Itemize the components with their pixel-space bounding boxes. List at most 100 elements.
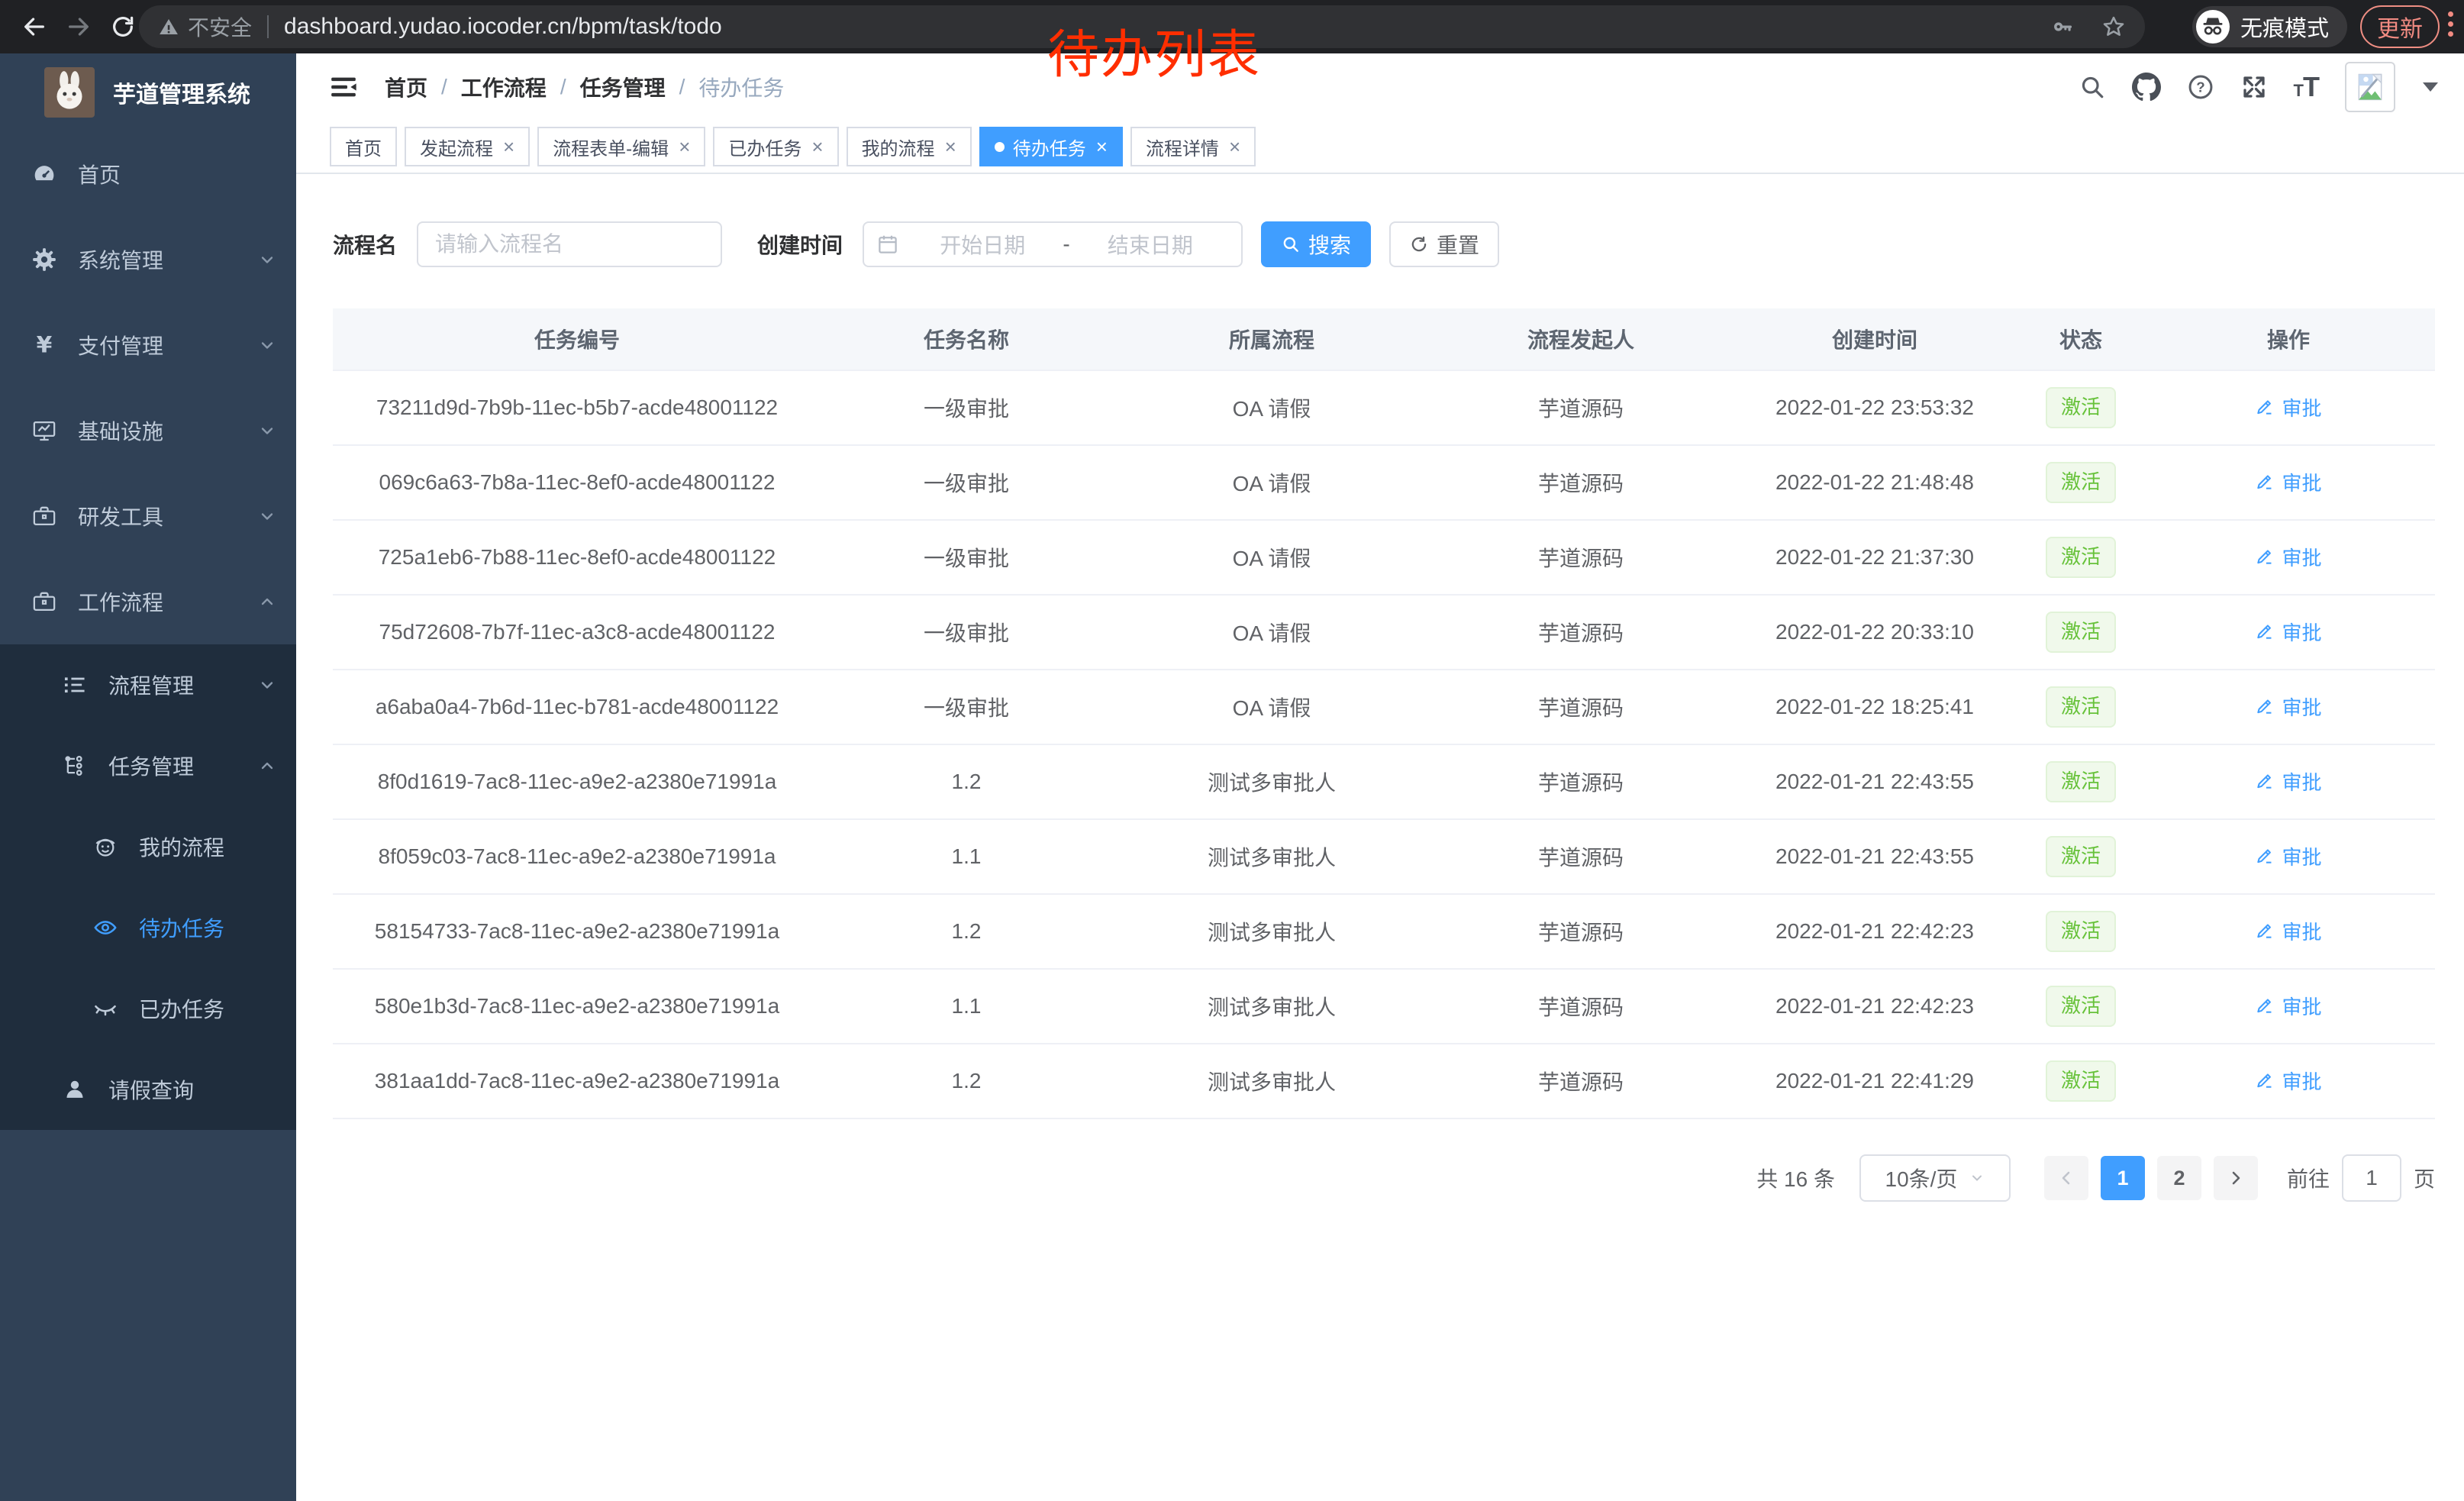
breadcrumb-item[interactable]: 工作流程 — [461, 72, 547, 102]
approve-link[interactable]: 审批 — [2255, 393, 2321, 421]
cell-process: 测试多审批人 — [1111, 1066, 1432, 1096]
security-warning-icon[interactable] — [157, 15, 180, 38]
sidebar-item-label: 流程管理 — [108, 670, 194, 700]
close-icon[interactable]: × — [503, 137, 514, 157]
cell-status: 激活 — [2020, 537, 2142, 577]
close-icon[interactable]: × — [945, 137, 956, 157]
app-logo[interactable]: 芋道管理系统 — [0, 53, 296, 131]
tab-1[interactable]: 发起流程 × — [405, 127, 530, 166]
sidebar-item-label: 已办任务 — [139, 993, 224, 1024]
cell-status: 激活 — [2020, 761, 2142, 802]
sidebar-item-workflow[interactable]: 工作流程 — [0, 559, 296, 644]
close-icon[interactable]: × — [811, 137, 823, 157]
key-icon[interactable] — [2050, 15, 2075, 39]
breadcrumb-item[interactable]: 待办任务 — [698, 72, 784, 102]
date-range-separator: - — [1061, 232, 1071, 257]
browser-reload-icon[interactable] — [110, 14, 136, 40]
process-name-input[interactable] — [417, 221, 722, 267]
breadcrumb: 首页/工作流程/任务管理/待办任务 — [385, 72, 784, 102]
approve-link[interactable]: 审批 — [2255, 543, 2321, 571]
sidebar-item-dev-tools[interactable]: 研发工具 — [0, 473, 296, 559]
table-row: 73211d9d-7b9b-11ec-b5b7-acde48001122一级审批… — [333, 371, 2435, 446]
approve-link[interactable]: 审批 — [2255, 767, 2321, 796]
browser-menu-icon[interactable] — [2447, 11, 2453, 41]
search-icon[interactable] — [2079, 73, 2106, 101]
approve-link[interactable]: 审批 — [2255, 1067, 2321, 1095]
tab-6[interactable]: 流程详情× — [1130, 127, 1256, 166]
github-icon[interactable] — [2132, 73, 2161, 102]
search-button[interactable]: 搜索 — [1261, 221, 1371, 267]
page-button-2[interactable]: 2 — [2157, 1156, 2201, 1200]
sidebar-item-task-mgmt[interactable]: 任务管理 — [0, 725, 296, 806]
page-size-select[interactable]: 10条/页 — [1859, 1154, 2011, 1202]
start-date-placeholder[interactable]: 开始日期 — [904, 229, 1061, 260]
sidebar-item-process-mgmt[interactable]: 流程管理 — [0, 644, 296, 725]
chevron-down-icon — [258, 421, 276, 440]
sidebar-item-todo-task[interactable]: 待办任务 — [0, 887, 296, 968]
bookmark-star-icon[interactable] — [2101, 14, 2127, 40]
date-range-picker[interactable]: 开始日期 - 结束日期 — [863, 221, 1243, 267]
breadcrumb-item[interactable]: 任务管理 — [580, 72, 666, 102]
sidebar-item-my-process[interactable]: 我的流程 — [0, 806, 296, 887]
browser-update-button[interactable]: 更新 — [2360, 5, 2440, 48]
breadcrumb-item[interactable]: 首页 — [385, 72, 427, 102]
browser-back-icon[interactable] — [21, 14, 47, 40]
cell-actions: 审批 — [2142, 468, 2435, 498]
close-icon[interactable]: × — [1096, 137, 1108, 157]
chevron-up-icon — [258, 592, 276, 611]
font-size-icon[interactable]: TT — [2294, 71, 2319, 103]
sidebar-item-system[interactable]: 系统管理 — [0, 217, 296, 302]
avatar[interactable] — [2345, 62, 2395, 112]
sidebar-item-label: 研发工具 — [78, 501, 163, 531]
approve-link[interactable]: 审批 — [2255, 917, 2321, 945]
status-badge: 激活 — [2046, 537, 2116, 577]
tab-2[interactable]: 流程表单-编辑× — [537, 127, 705, 166]
goto-page-input[interactable] — [2342, 1154, 2401, 1202]
close-icon[interactable]: × — [679, 137, 690, 157]
cell-starter: 芋道源码 — [1432, 392, 1730, 423]
help-icon[interactable]: ? — [2187, 73, 2214, 101]
close-icon[interactable]: × — [1229, 137, 1240, 157]
browser-forward-icon[interactable] — [66, 14, 92, 40]
end-date-placeholder[interactable]: 结束日期 — [1072, 229, 1229, 260]
prev-page-button[interactable] — [2044, 1156, 2088, 1200]
approve-link[interactable]: 审批 — [2255, 468, 2321, 496]
sidebar-item-label: 请假查询 — [108, 1074, 194, 1105]
fullscreen-icon[interactable] — [2240, 73, 2268, 101]
cell-actions: 审批 — [2142, 692, 2435, 722]
table-row: 8f059c03-7ac8-11ec-a9e2-a2380e71991a1.1测… — [333, 820, 2435, 895]
sidebar-item-leave-query[interactable]: 请假查询 — [0, 1049, 296, 1130]
tab-4[interactable]: 我的流程× — [847, 127, 972, 166]
address-divider — [267, 15, 269, 38]
approve-link-label: 审批 — [2282, 618, 2321, 646]
sidebar-item-home[interactable]: 首页 — [0, 131, 296, 217]
cell-task-name: 1.1 — [821, 844, 1111, 869]
column-header: 任务名称 — [821, 324, 1111, 354]
tab-0[interactable]: 首页 — [330, 127, 397, 166]
sidebar-item-infra[interactable]: 基础设施 — [0, 388, 296, 473]
next-page-button[interactable] — [2214, 1156, 2258, 1200]
approve-link[interactable]: 审批 — [2255, 992, 2321, 1020]
sidebar-item-done-task[interactable]: 已办任务 — [0, 968, 296, 1049]
hamburger-icon[interactable] — [328, 72, 359, 102]
approve-link[interactable]: 审批 — [2255, 618, 2321, 646]
tab-3[interactable]: 已办任务× — [713, 127, 838, 166]
pen-icon — [2255, 696, 2275, 716]
cell-starter: 芋道源码 — [1432, 991, 1730, 1022]
tab-label: 发起流程 — [420, 134, 493, 160]
status-badge: 激活 — [2046, 387, 2116, 428]
reset-button[interactable]: 重置 — [1389, 221, 1499, 267]
page-button-1[interactable]: 1 — [2101, 1156, 2145, 1200]
breadcrumb-separator: / — [441, 75, 447, 99]
process-name-label: 流程名 — [333, 229, 397, 260]
calendar-icon — [876, 233, 899, 256]
tab-5[interactable]: 待办任务× — [979, 127, 1123, 166]
table-row: 8f0d1619-7ac8-11ec-a9e2-a2380e71991a1.2测… — [333, 745, 2435, 820]
cell-task-id: 75d72608-7b7f-11ec-a3c8-acde48001122 — [333, 620, 821, 644]
approve-link[interactable]: 审批 — [2255, 692, 2321, 721]
avatar-caret-icon[interactable] — [2423, 82, 2438, 92]
cell-task-id: 8f0d1619-7ac8-11ec-a9e2-a2380e71991a — [333, 770, 821, 794]
sidebar-item-payment[interactable]: ¥支付管理 — [0, 302, 296, 388]
approve-link[interactable]: 审批 — [2255, 842, 2321, 870]
column-header: 操作 — [2142, 324, 2435, 354]
